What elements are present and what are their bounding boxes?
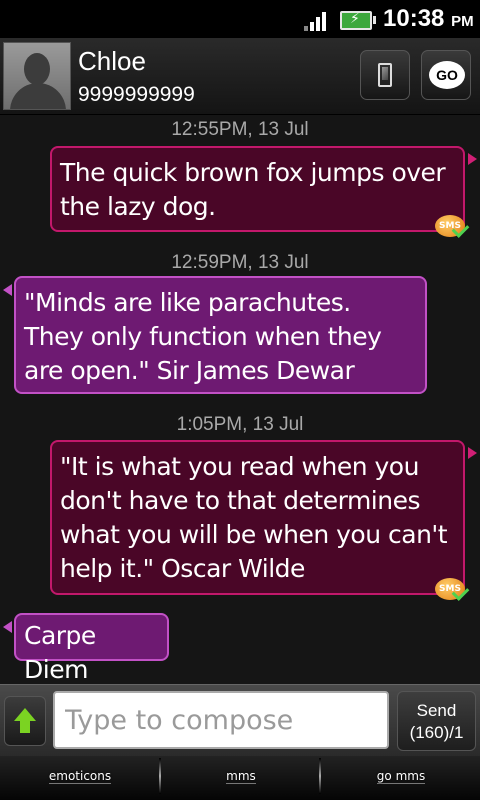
received-message-bubble[interactable]: "Minds are like parachutes. They only fu… — [14, 276, 427, 394]
emoticons-label: emoticons — [48, 769, 112, 784]
mms-label: mms — [226, 769, 256, 784]
sent-message-bubble[interactable]: The quick brown fox jumps over the lazy … — [50, 146, 465, 232]
contact-header: Chloe 9999999999 GO — [0, 38, 480, 115]
message-timestamp: 12:55PM, 13 Jul — [171, 119, 309, 140]
go-sms-icon: GO — [429, 61, 465, 89]
arrow-stem — [20, 721, 30, 733]
emoticons-button[interactable]: emoticons — [0, 756, 160, 800]
go-sms-button[interactable]: GO — [421, 50, 471, 100]
char-counter: (160)/1 — [409, 723, 464, 742]
signal-icon — [304, 11, 330, 31]
message-text: Carpe Diem — [24, 621, 96, 684]
arrow-up-icon — [14, 708, 36, 721]
bottom-toolbar: emoticons mms go mms — [0, 756, 480, 800]
send-label: Send — [416, 701, 457, 720]
contact-details-button[interactable] — [360, 50, 410, 100]
battery-charging-icon: ⚡ — [340, 11, 376, 30]
sent-message-bubble[interactable]: "It is what you read when you don't have… — [50, 440, 465, 595]
mms-button[interactable]: mms — [161, 756, 321, 800]
message-timestamp: 1:05PM, 13 Jul — [176, 414, 304, 435]
send-button[interactable]: Send (160)/1 — [397, 691, 476, 751]
bubble-tail — [468, 153, 477, 165]
status-clock: 10:38 PM — [383, 5, 474, 33]
attach-button[interactable] — [4, 696, 46, 746]
default-person-icon[interactable] — [3, 42, 71, 110]
message-text: "It is what you read when you don't have… — [60, 452, 448, 583]
contact-name: Chloe — [78, 46, 146, 76]
message-text: "Minds are like parachutes. They only fu… — [24, 288, 382, 385]
bubble-tail — [3, 284, 12, 296]
clock-ampm: PM — [451, 13, 474, 30]
compose-bar: Send (160)/1 — [0, 684, 480, 757]
contact-number: 9999999999 — [78, 83, 195, 106]
go-mms-label: go mms — [376, 769, 426, 784]
clock-time: 10:38 — [383, 5, 445, 32]
received-message-bubble[interactable]: Carpe Diem — [14, 613, 169, 684]
bubble-tail — [3, 621, 12, 633]
bubble-tail — [468, 447, 477, 459]
phone-icon — [378, 63, 392, 87]
message-timestamp: 12:59PM, 13 Jul — [171, 252, 309, 273]
status-bar: ⚡ 10:38 PM — [0, 0, 480, 38]
message-text: The quick brown fox jumps over the lazy … — [60, 158, 446, 221]
go-mms-button[interactable]: go mms — [321, 756, 480, 800]
compose-input[interactable] — [53, 691, 389, 749]
